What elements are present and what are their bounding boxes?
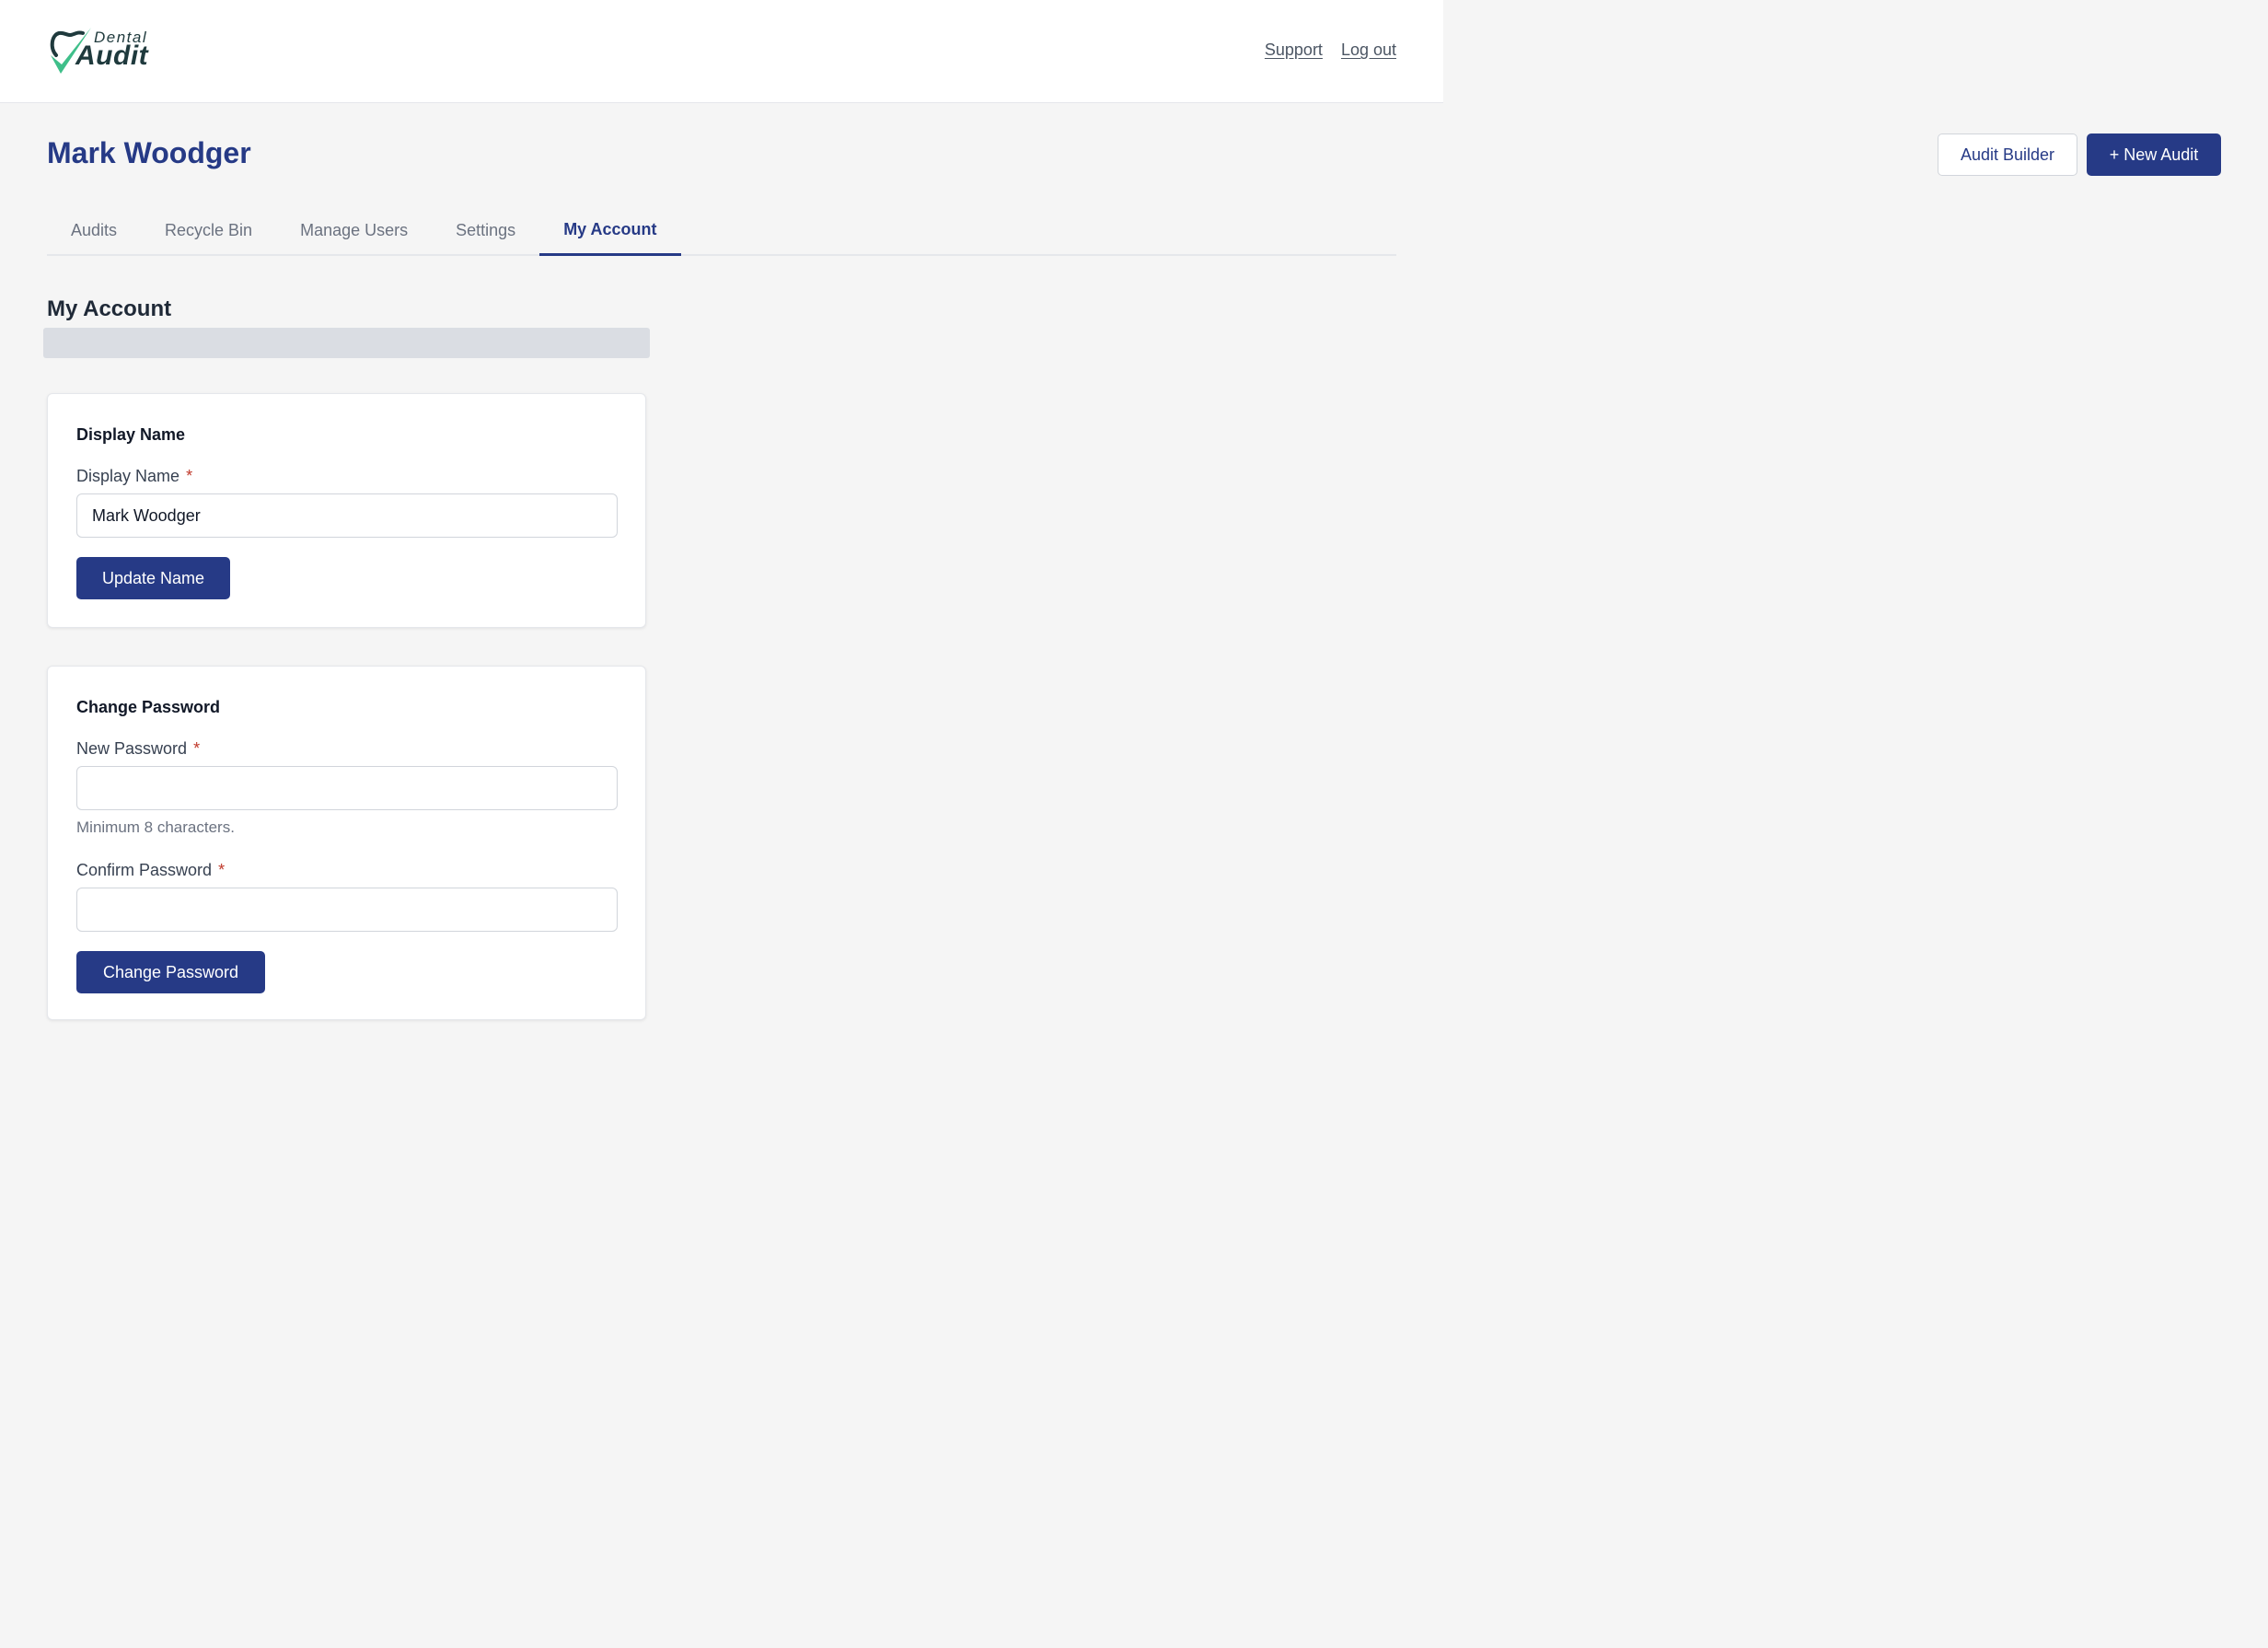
confirm-password-label: Confirm Password * [76, 861, 617, 880]
tab-audits[interactable]: Audits [47, 206, 141, 254]
loading-placeholder-bar [43, 328, 650, 358]
display-name-input[interactable] [76, 493, 618, 538]
change-password-card: Change Password New Password * Minimum 8… [47, 666, 646, 1020]
top-bar: Dental Audit Support Log out [0, 0, 1443, 103]
new-audit-button[interactable]: + New Audit [2087, 133, 2221, 176]
required-asterisk: * [186, 467, 193, 485]
tab-manage-users[interactable]: Manage Users [276, 206, 432, 254]
support-link[interactable]: Support [1265, 41, 1323, 60]
page-actions: Audit Builder + New Audit [1938, 133, 2221, 176]
password-help-text: Minimum 8 characters. [76, 818, 235, 836]
logo-text-audit: Audit [75, 41, 149, 71]
tab-bar: Audits Recycle Bin Manage Users Settings… [47, 206, 1396, 256]
confirm-password-label-text: Confirm Password [76, 861, 213, 879]
logout-link[interactable]: Log out [1341, 41, 1396, 60]
display-name-heading: Display Name [76, 425, 186, 444]
dental-audit-logo[interactable]: Dental Audit [48, 24, 168, 79]
section-title: My Account [47, 296, 172, 321]
required-asterisk: * [218, 861, 226, 879]
new-password-input[interactable] [76, 766, 618, 810]
update-name-button[interactable]: Update Name [76, 557, 230, 599]
tab-recycle-bin[interactable]: Recycle Bin [141, 206, 276, 254]
audit-builder-button[interactable]: Audit Builder [1938, 133, 2077, 176]
header-links: Support Log out [1265, 41, 1396, 60]
change-password-button[interactable]: Change Password [76, 951, 265, 993]
new-password-label: New Password * [76, 739, 617, 759]
page-title: Mark Woodger [47, 136, 251, 169]
tab-settings[interactable]: Settings [432, 206, 539, 254]
display-name-label-text: Display Name [76, 467, 180, 485]
tab-my-account[interactable]: My Account [539, 206, 681, 256]
confirm-password-input[interactable] [76, 888, 618, 932]
display-name-card: Display Name Display Name * Update Name [47, 393, 646, 628]
required-asterisk: * [193, 739, 201, 758]
change-password-heading: Change Password [76, 698, 221, 716]
new-password-label-text: New Password [76, 739, 188, 758]
display-name-label: Display Name * [76, 467, 617, 486]
